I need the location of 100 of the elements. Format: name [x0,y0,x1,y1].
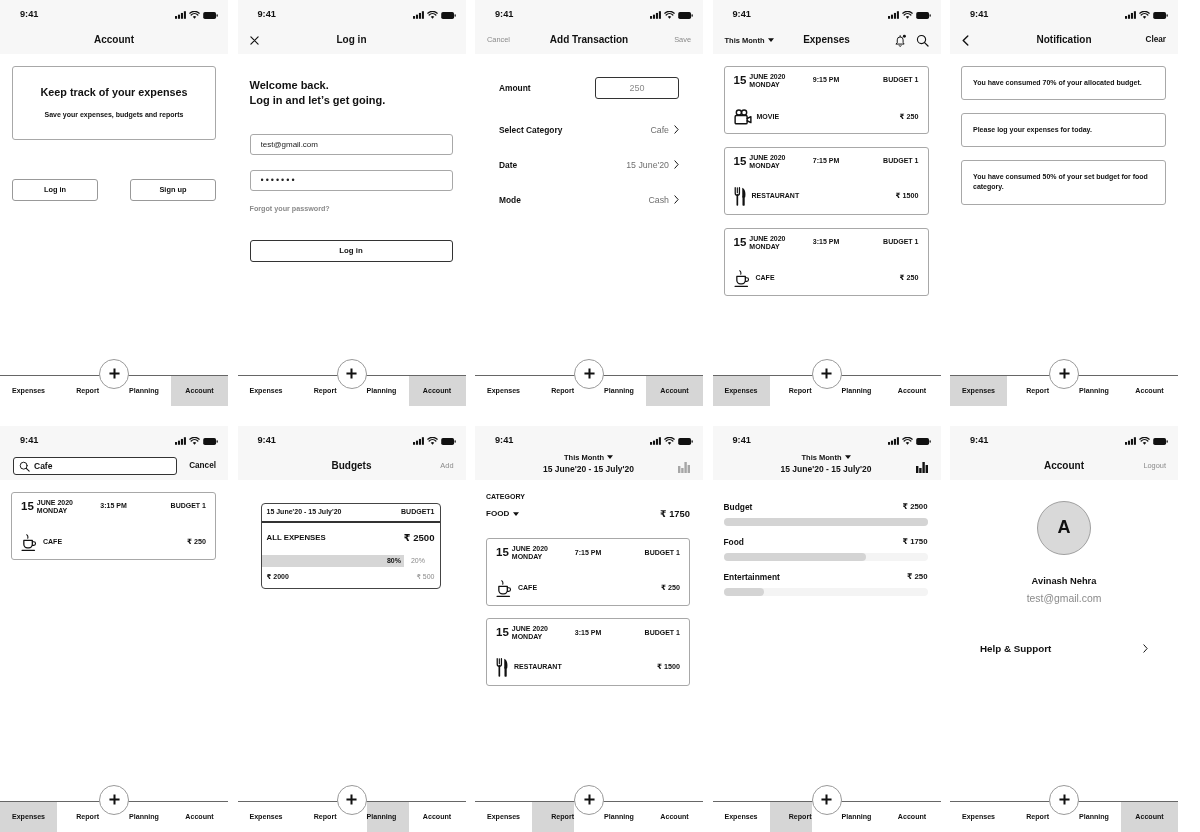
plus-icon [821,794,832,805]
status-time: 9:41 [257,435,276,447]
bar-label: Food [723,536,744,548]
field-label: Mode [499,194,521,206]
chevron-right-icon [674,125,679,135]
avatar: A [1037,501,1091,555]
status-time: 9:41 [20,9,39,21]
password-field[interactable]: ••••••• [249,169,453,191]
search-input[interactable]: Cafe [34,460,172,472]
plus-icon [346,368,357,379]
date-day: 15 [21,500,34,513]
date-range: 15 June'20 - 15 July'20 [780,463,872,475]
clear-button[interactable]: Clear [1145,35,1166,45]
chevron-right-icon [674,195,679,205]
screen-title: Budgets [330,460,373,472]
search-icon[interactable] [915,33,929,47]
signal-icon [175,11,186,19]
wifi-icon [189,437,200,445]
email-field[interactable]: test@gmail.com [249,134,453,155]
coffee-cup-icon [496,580,513,598]
search-field[interactable]: Cafe [13,457,178,475]
status-time: 9:41 [732,435,751,447]
add-button[interactable] [336,784,367,815]
field-label: Amount [499,82,531,94]
signal-icon [887,437,899,445]
battery-icon [678,437,693,445]
battery-icon [915,437,931,445]
add-button[interactable] [574,358,604,389]
picker-button[interactable]: 15 June'20 [626,159,679,171]
add-button[interactable] [811,784,842,815]
plus-icon [346,794,357,805]
add-button[interactable] [1049,358,1079,389]
field-label: Select Category [499,124,563,136]
plus-icon [583,794,595,805]
plus-icon [1058,368,1070,379]
fork-knife-icon [733,187,747,206]
plus-icon [583,368,595,379]
signal-icon [412,437,424,445]
caret-down-icon [513,511,520,516]
wifi-icon [664,11,675,19]
amount-field[interactable]: 250 [595,77,679,99]
add-button[interactable] [99,784,129,815]
screen-title: Notification [1035,34,1093,46]
battery-icon [440,437,456,445]
wifi-icon [664,437,675,445]
screen-title: Account [93,34,135,46]
battery-icon [203,11,218,19]
status-time: 9:41 [970,435,989,447]
wifi-icon [1139,11,1150,19]
battery-icon [440,11,456,19]
battery-icon [915,11,931,19]
add-button[interactable] [1049,784,1079,815]
coffee-cup-icon [733,270,751,287]
screen-title: Expenses [802,34,851,46]
date-day: 15 [496,627,509,639]
wifi-icon [426,437,438,445]
add-button[interactable] [574,784,604,815]
wifi-icon [426,11,438,19]
screen-title: Add Transaction [548,34,630,46]
screen-title: Account [1043,460,1085,472]
status-time: 9:41 [257,9,276,21]
screen-title: Log in [335,34,368,46]
battery-icon [678,11,693,19]
wifi-icon [901,11,913,19]
budget-total: ₹ 2500 [403,531,435,544]
menu-link[interactable]: Help & Support [980,642,1148,655]
plus-icon [108,368,120,379]
plus-icon [821,368,832,379]
user-name: Avinash Nehra [1031,576,1097,588]
search-icon [19,460,30,472]
user-email: test@gmail.com [1026,593,1102,606]
add-button[interactable] [811,358,842,389]
category-dropdown[interactable]: FOOD [486,508,520,519]
close-icon[interactable] [249,35,259,45]
chevron-right-icon [674,160,679,170]
picker-button[interactable]: Cafe [650,124,679,136]
signal-icon [887,11,899,19]
battery-icon [1153,11,1168,19]
add-button[interactable] [99,358,129,389]
caret-down-icon [844,455,851,460]
signal-icon [650,11,661,19]
signal-icon [1125,437,1136,445]
status-time: 9:41 [732,9,751,21]
wifi-icon [901,437,913,445]
bell-icon[interactable] [893,33,907,47]
add-button[interactable] [336,358,367,389]
signal-icon [412,11,424,19]
category-total: ₹ 1750 [660,507,690,520]
bar-chart-icon[interactable] [915,461,928,473]
cancel-button[interactable]: Cancel [189,461,216,471]
back-icon[interactable] [962,34,969,46]
caret-down-icon [607,455,613,460]
wifi-icon [1139,437,1150,445]
plus-icon [1058,794,1070,805]
picker-button[interactable]: Cash [648,194,679,206]
caret-down-icon [767,38,774,42]
date-day: 15 [496,547,509,559]
date-day: 15 [733,236,747,249]
bar-label: Entertainment [723,571,780,583]
hero-title: Keep track of your expenses [40,86,188,100]
